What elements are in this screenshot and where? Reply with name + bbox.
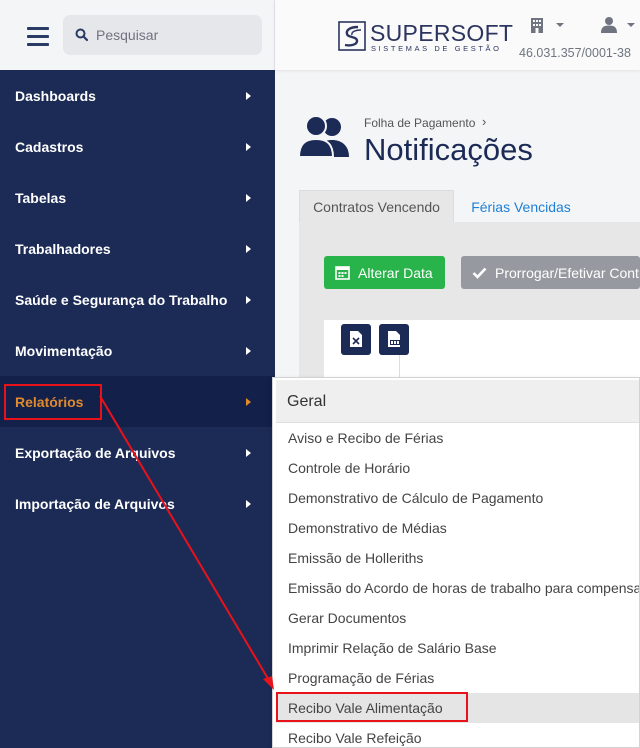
search-icon (75, 28, 89, 42)
submenu-item-gerar-documentos[interactable]: Gerar Documentos (276, 603, 639, 633)
chevron-right-icon (246, 295, 251, 304)
chevron-right-icon (246, 346, 251, 355)
export-csv-button[interactable] (379, 324, 409, 355)
submenu-item-demonstrativo-calculo[interactable]: Demonstrativo de Cálculo de Pagamento (276, 483, 639, 513)
submenu-item-label: Recibo Vale Alimentação (288, 700, 443, 716)
submenu-item-label: Recibo Vale Refeição (288, 730, 422, 746)
check-icon (472, 267, 487, 279)
submenu-item-aviso-recibo-ferias[interactable]: Aviso e Recibo de Férias (276, 423, 639, 453)
change-date-label: Alterar Data (358, 265, 433, 281)
sidebar-item-exportacao[interactable]: Exportação de Arquivos (0, 427, 274, 478)
company-cnpj: 46.031.357/0001-38 (519, 46, 631, 60)
submenu-item-label: Demonstrativo de Cálculo de Pagamento (288, 490, 544, 506)
submenu-item-demonstrativo-medias[interactable]: Demonstrativo de Médias (276, 513, 639, 543)
submenu-item-label: Demonstrativo de Médias (288, 520, 447, 536)
chevron-right-icon (246, 397, 251, 406)
sidebar-item-cadastros[interactable]: Cadastros (0, 121, 274, 172)
submenu-item-controle-horario[interactable]: Controle de Horário (276, 453, 639, 483)
sidebar-item-label: Movimentação (15, 342, 113, 359)
submenu-item-relacao-salario-base[interactable]: Imprimir Relação de Salário Base (276, 633, 639, 663)
submenu-item-emissao-holleriths[interactable]: Emissão de Holleriths (276, 543, 639, 573)
building-icon[interactable] (530, 17, 544, 33)
sidebar-item-saude-seguranca[interactable]: Saúde e Segurança do Trabalho (0, 274, 274, 325)
reports-submenu: Geral Aviso e Recibo de Férias Controle … (272, 377, 640, 748)
sidebar-top-bar (0, 0, 275, 70)
submenu-item-label: Emissão de Holleriths (288, 550, 424, 566)
submenu-group-label: Geral (287, 393, 327, 410)
submenu-item-label: Emissão do Acordo de horas de trabalho p… (288, 580, 640, 596)
extend-contract-button[interactable]: Prorrogar/Efetivar Contrato (461, 256, 640, 289)
submenu-item-label: Aviso e Recibo de Férias (288, 430, 444, 446)
company-dropdown-caret-icon[interactable] (556, 23, 564, 27)
sidebar-item-label: Tabelas (15, 189, 67, 206)
search-box[interactable] (63, 15, 262, 55)
excel-file-icon (350, 331, 362, 347)
sidebar-item-tabelas[interactable]: Tabelas (0, 172, 274, 223)
sidebar-item-label: Importação de Arquivos (15, 495, 175, 512)
chevron-right-icon (246, 499, 251, 508)
sidebar-item-label: Relatórios (15, 393, 84, 410)
users-group-icon (299, 115, 349, 158)
breadcrumb[interactable]: Folha de Pagamento (364, 116, 475, 130)
submenu-item-programacao-ferias[interactable]: Programação de Férias (276, 663, 639, 693)
sidebar-item-relatorios[interactable]: Relatórios (0, 376, 274, 427)
page-title: Notificações (364, 132, 533, 167)
submenu-item-label: Imprimir Relação de Salário Base (288, 640, 497, 656)
sidebar-item-label: Cadastros (15, 138, 84, 155)
tab-contratos-vencendo[interactable]: Contratos Vencendo (299, 190, 454, 223)
chevron-right-icon (246, 142, 251, 151)
sidebar-item-label: Saúde e Segurança do Trabalho (15, 291, 228, 308)
sidebar-item-trabalhadores[interactable]: Trabalhadores (0, 223, 274, 274)
breadcrumb-separator: › (482, 114, 487, 129)
submenu-item-recibo-vale-refeicao[interactable]: Recibo Vale Refeição (276, 723, 639, 747)
csv-file-icon (388, 331, 401, 347)
brand-tagline: SISTEMAS DE GESTÃO (371, 44, 502, 53)
sidebar-item-label: Trabalhadores (15, 240, 111, 257)
top-header: SUPERSOFT SISTEMAS DE GESTÃO 46.031.357/… (275, 0, 640, 70)
submenu-item-label: Controle de Horário (288, 460, 411, 476)
chevron-right-icon (246, 448, 251, 457)
user-icon[interactable] (601, 16, 617, 33)
brand-name: SUPERSOFT (370, 20, 514, 46)
extend-contract-label: Prorrogar/Efetivar Contrato (495, 265, 640, 281)
tab-ferias-vencidas[interactable]: Férias Vencidas (462, 190, 580, 223)
supersoft-logo-icon (338, 21, 366, 51)
calendar-icon (335, 266, 350, 280)
sidebar-item-label: Exportação de Arquivos (15, 444, 176, 461)
submenu-item-label: Programação de Férias (288, 670, 435, 686)
change-date-button[interactable]: Alterar Data (324, 256, 445, 289)
chevron-right-icon (246, 244, 251, 253)
sidebar-nav: Dashboards Cadastros Tabelas Trabalhador… (0, 70, 275, 748)
sidebar-item-dashboards[interactable]: Dashboards (0, 70, 274, 121)
menu-toggle-icon[interactable] (27, 27, 49, 46)
submenu-item-label: Gerar Documentos (288, 610, 407, 626)
chevron-right-icon (246, 91, 251, 100)
sidebar-item-importacao[interactable]: Importação de Arquivos (0, 478, 274, 529)
submenu-item-emissao-acordo-horas[interactable]: Emissão do Acordo de horas de trabalho p… (276, 573, 640, 603)
sidebar-item-label: Dashboards (15, 87, 96, 104)
sidebar-item-movimentacao[interactable]: Movimentação (0, 325, 274, 376)
submenu-group-header: Geral (276, 380, 639, 423)
export-excel-button[interactable] (341, 324, 371, 355)
user-dropdown-caret-icon[interactable] (627, 23, 635, 27)
submenu-item-recibo-vale-alimentacao[interactable]: Recibo Vale Alimentação (276, 693, 639, 723)
chevron-right-icon (246, 193, 251, 202)
search-input[interactable] (96, 24, 256, 46)
